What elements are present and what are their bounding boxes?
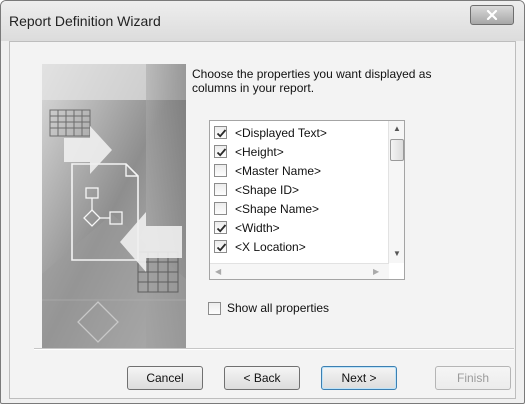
show-all-label: Show all properties: [227, 301, 330, 315]
show-all-checkbox[interactable]: [208, 301, 221, 315]
property-checkbox[interactable]: [214, 221, 227, 234]
back-button[interactable]: < Back: [224, 366, 300, 390]
list-item[interactable]: <Width>: [210, 218, 385, 237]
scroll-down-arrow-icon[interactable]: ▼: [393, 249, 401, 258]
scrollbar-thumb[interactable]: [390, 139, 404, 161]
scroll-right-arrow-icon[interactable]: ▶: [373, 267, 379, 276]
list-item[interactable]: <Shape Name>: [210, 199, 385, 218]
wizard-illustration: [42, 64, 186, 350]
scroll-up-arrow-icon[interactable]: ▲: [393, 124, 401, 133]
property-checkbox[interactable]: [214, 145, 227, 158]
checkmark-icon: [216, 224, 227, 233]
list-item[interactable]: <Height>: [210, 142, 385, 161]
checkmark-icon: [216, 129, 227, 138]
property-checkbox[interactable]: [214, 240, 227, 253]
property-label: <Height>: [235, 144, 284, 159]
close-icon: [486, 10, 498, 20]
next-button[interactable]: Next >: [321, 366, 397, 390]
wizard-body: Choose the properties you want displayed…: [9, 41, 516, 399]
checkmark-icon: [216, 243, 227, 252]
list-item[interactable]: <Shape ID>: [210, 180, 385, 199]
property-label: <Width>: [235, 220, 280, 235]
list-item[interactable]: <Master Name>: [210, 161, 385, 180]
instruction-text: Choose the properties you want displayed…: [192, 67, 432, 95]
checkmark-icon: [216, 148, 227, 157]
property-label: <Master Name>: [235, 163, 322, 178]
finish-button: Finish: [435, 366, 511, 390]
property-label: <Shape ID>: [235, 182, 300, 197]
scroll-left-arrow-icon[interactable]: ◀: [215, 267, 221, 276]
vertical-scrollbar[interactable]: ▲ ▼: [388, 121, 404, 263]
property-checkbox[interactable]: [214, 126, 227, 139]
property-checkbox[interactable]: [214, 202, 227, 215]
property-label: <Shape Name>: [235, 201, 320, 216]
property-checkbox[interactable]: [214, 183, 227, 196]
list-item[interactable]: <Displayed Text>: [210, 123, 385, 142]
horizontal-scrollbar[interactable]: ◀ ▶: [210, 263, 389, 279]
property-label: <X Location>: [235, 239, 306, 254]
cancel-button[interactable]: Cancel: [127, 366, 203, 390]
title-bar: Report Definition Wizard: [1, 1, 524, 41]
property-checkbox[interactable]: [214, 164, 227, 177]
divider: [34, 348, 514, 350]
close-button[interactable]: [470, 5, 514, 25]
window-title: Report Definition Wizard: [9, 13, 161, 29]
list-item[interactable]: <X Location>: [210, 237, 385, 256]
wizard-window: Report Definition Wizard Choose the prop…: [0, 0, 525, 404]
property-label: <Displayed Text>: [235, 125, 327, 140]
show-all-properties-option[interactable]: Show all properties: [208, 301, 329, 315]
properties-listbox[interactable]: <Displayed Text> <Height> <Master Name> …: [209, 120, 405, 280]
